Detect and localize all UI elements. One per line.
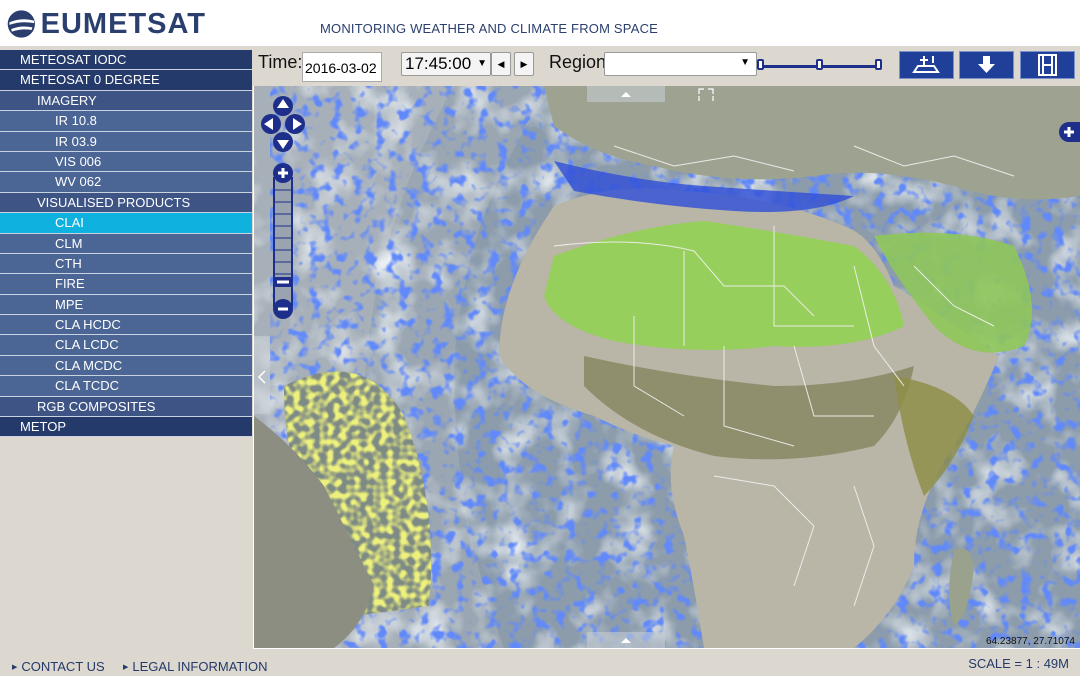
menu-item-clai[interactable]: CLAI [0, 213, 252, 234]
opacity-slider-max-handle[interactable] [875, 59, 882, 70]
zoom-in-icon[interactable] [272, 162, 294, 184]
tagline: MONITORING WEATHER AND CLIMATE FROM SPAC… [320, 21, 659, 36]
previous-time-button[interactable]: ◀ [491, 52, 511, 76]
product-menu: METEOSAT IODC METEOSAT 0 DEGREE IMAGERY … [0, 50, 252, 438]
opacity-slider-min-handle[interactable] [757, 59, 764, 70]
menu-item-cla-lcdc[interactable]: CLA LCDC [0, 335, 252, 356]
triangle-right-icon: ▶ [12, 664, 18, 671]
triangle-left-icon: ◀ [497, 59, 505, 69]
zoom-out-icon[interactable] [272, 298, 294, 320]
pan-control-icon[interactable] [260, 94, 306, 154]
coordinate-readout: 64.23877, 27.71074 [986, 636, 1075, 647]
fullscreen-icon[interactable] [694, 86, 718, 102]
collapse-panel-icon[interactable] [254, 336, 270, 416]
menu-item-wv-062[interactable]: WV 062 [0, 172, 252, 193]
menu-item-cla-tcdc[interactable]: CLA TCDC [0, 376, 252, 397]
scale-readout: SCALE = 1 : 49M [968, 656, 1069, 671]
toolbar: Time: 2016-03-02 17:45:00 ▼ ◀ ▶ Region ▼ [253, 46, 1080, 86]
download-button[interactable] [959, 51, 1014, 79]
film-icon [1038, 54, 1057, 76]
header: EUMETSAT MONITORING WEATHER AND CLIMATE … [0, 0, 1080, 46]
menu-item-meteosat-iodc[interactable]: METEOSAT IODC [0, 50, 252, 71]
region-label: Region [549, 52, 607, 72]
pan-down-tab[interactable] [587, 632, 665, 648]
menu-item-imagery[interactable]: IMAGERY [0, 90, 252, 112]
animation-button[interactable] [1020, 51, 1075, 79]
menu-item-cla-mcdc[interactable]: CLA MCDC [0, 355, 252, 377]
menu-item-vis-006[interactable]: VIS 006 [0, 151, 252, 173]
menu-item-metop[interactable]: METOP [0, 417, 252, 438]
contact-link-label: CONTACT US [21, 659, 105, 674]
pan-up-tab[interactable] [587, 86, 665, 102]
menu-item-visualised-products[interactable]: VISUALISED PRODUCTS [0, 192, 252, 214]
eumetsat-logo[interactable]: EUMETSAT [6, 4, 206, 44]
sidebar: METEOSAT IODC METEOSAT 0 DEGREE IMAGERY … [0, 46, 253, 649]
menu-item-mpe[interactable]: MPE [0, 294, 252, 316]
menu-item-ir-03-9[interactable]: IR 03.9 [0, 131, 252, 152]
satellite-map[interactable]: 64.23877, 27.71074 [254, 86, 1080, 648]
time-select[interactable]: 17:45:00 ▼ [401, 52, 491, 76]
expand-layers-icon[interactable] [1058, 121, 1080, 143]
menu-item-cth[interactable]: CTH [0, 253, 252, 275]
menu-item-cla-hcdc[interactable]: CLA HCDC [0, 315, 252, 336]
menu-item-ir-10-8[interactable]: IR 10.8 [0, 111, 252, 132]
chevron-down-icon: ▼ [740, 57, 750, 68]
menu-item-meteosat-0-degree[interactable]: METEOSAT 0 DEGREE [0, 70, 252, 91]
legal-link-label: LEGAL INFORMATION [132, 659, 268, 674]
menu-item-rgb-composites[interactable]: RGB COMPOSITES [0, 396, 252, 418]
date-input[interactable]: 2016-03-02 [302, 52, 382, 82]
opacity-slider-handle[interactable] [816, 59, 823, 70]
contact-link[interactable]: ▶ CONTACT US [12, 659, 105, 674]
add-layer-button[interactable] [899, 51, 954, 79]
region-select[interactable]: ▼ [604, 52, 757, 76]
time-value: 17:45:00 [405, 54, 472, 73]
triangle-right-icon: ▶ [520, 59, 528, 69]
download-icon [978, 56, 995, 73]
triangle-right-icon: ▶ [123, 664, 129, 671]
menu-item-clm[interactable]: CLM [0, 233, 252, 254]
time-label: Time: [258, 52, 303, 72]
footer: ▶ CONTACT US ▶ LEGAL INFORMATION SCALE = 1… [0, 649, 1080, 676]
zoom-bar[interactable] [272, 162, 294, 320]
eumetsat-globe-icon [7, 10, 35, 38]
layer-add-icon [912, 56, 940, 73]
satellite-imagery [254, 86, 1080, 648]
menu-item-fire[interactable]: FIRE [0, 274, 252, 295]
chevron-down-icon: ▼ [477, 58, 487, 69]
next-time-button[interactable]: ▶ [514, 52, 534, 76]
legal-link[interactable]: ▶ LEGAL INFORMATION [123, 659, 267, 674]
logo-text: EUMETSAT [40, 7, 206, 40]
